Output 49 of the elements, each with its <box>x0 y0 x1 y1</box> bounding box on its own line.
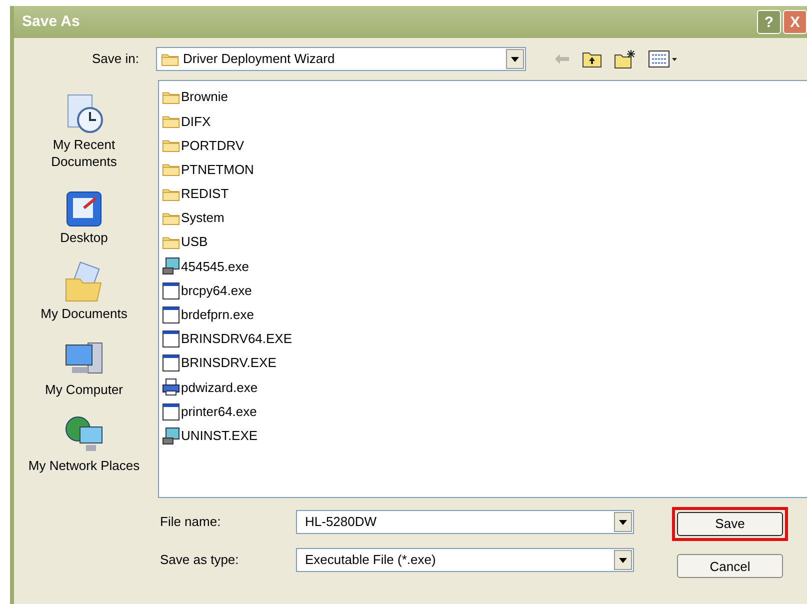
file-list-item[interactable]: BRINSDRV64.EXE <box>162 326 296 352</box>
file-list-item[interactable]: PORTDRV <box>162 133 248 158</box>
places-bar-item[interactable]: Desktop <box>19 180 149 246</box>
file-list-item[interactable]: Brownie <box>162 85 232 110</box>
file-list-item[interactable]: REDIST <box>162 182 233 206</box>
folder-icon <box>162 162 180 177</box>
file-list-item[interactable]: DIFX <box>162 109 215 134</box>
folder-icon <box>162 90 180 104</box>
window-icon <box>162 330 180 348</box>
places-bar-item[interactable]: My Recent Documents <box>19 92 149 170</box>
file-list-item[interactable]: pdwizard.exe <box>162 375 262 400</box>
window-title: Save As <box>22 12 80 32</box>
window-icon <box>162 402 180 421</box>
up-folder-icon[interactable] <box>582 50 602 68</box>
file-list-item[interactable]: UNINST.EXE <box>162 424 262 448</box>
save-as-type-field[interactable]: Executable File (*.exe) <box>296 548 634 572</box>
save-in-label: Save in: <box>92 50 140 68</box>
window-icon <box>162 354 180 372</box>
places-bar-item[interactable]: My Network Places <box>19 408 149 474</box>
file-name-field[interactable]: HL-5280DW <box>296 510 634 534</box>
window-icon <box>162 306 180 324</box>
file-list-item[interactable]: System <box>162 206 228 230</box>
file-list-item[interactable]: 454545.exe <box>162 254 253 278</box>
save-as-type-label: Save as type: <box>159 551 240 570</box>
window-icon <box>162 282 180 300</box>
file-name-label: File name: <box>159 513 222 532</box>
view-menu-icon[interactable] <box>648 50 678 68</box>
printer-icon <box>162 378 180 396</box>
computer-icon <box>162 257 180 276</box>
folder-icon <box>162 186 180 202</box>
cancel-button[interactable]: Cancel <box>677 554 783 578</box>
folder-icon <box>162 114 180 128</box>
folder-icon <box>162 210 180 226</box>
places-bar-item[interactable]: My Documents <box>19 256 149 322</box>
desktop-icon <box>64 189 104 229</box>
file-list-item[interactable]: USB <box>162 230 212 254</box>
file-list-item[interactable]: brcpy64.exe <box>162 278 256 303</box>
save-in-dropdown[interactable]: Driver Deployment Wizard <box>156 47 526 71</box>
folder-icon <box>161 52 179 66</box>
save-button[interactable]: Save <box>677 512 783 536</box>
places-bar-item[interactable]: My Computer <box>19 332 149 398</box>
file-list-item[interactable]: printer64.exe <box>162 399 261 424</box>
computer-icon <box>162 426 180 445</box>
file-list-item[interactable]: PTNETMON <box>162 158 258 182</box>
folder-icon <box>162 138 180 153</box>
file-list-item[interactable]: BRINSDRV.EXE <box>162 351 280 376</box>
folder-icon <box>162 235 180 250</box>
file-list-item[interactable]: brdefprn.exe <box>162 302 258 327</box>
new-folder-icon[interactable] <box>614 49 636 69</box>
